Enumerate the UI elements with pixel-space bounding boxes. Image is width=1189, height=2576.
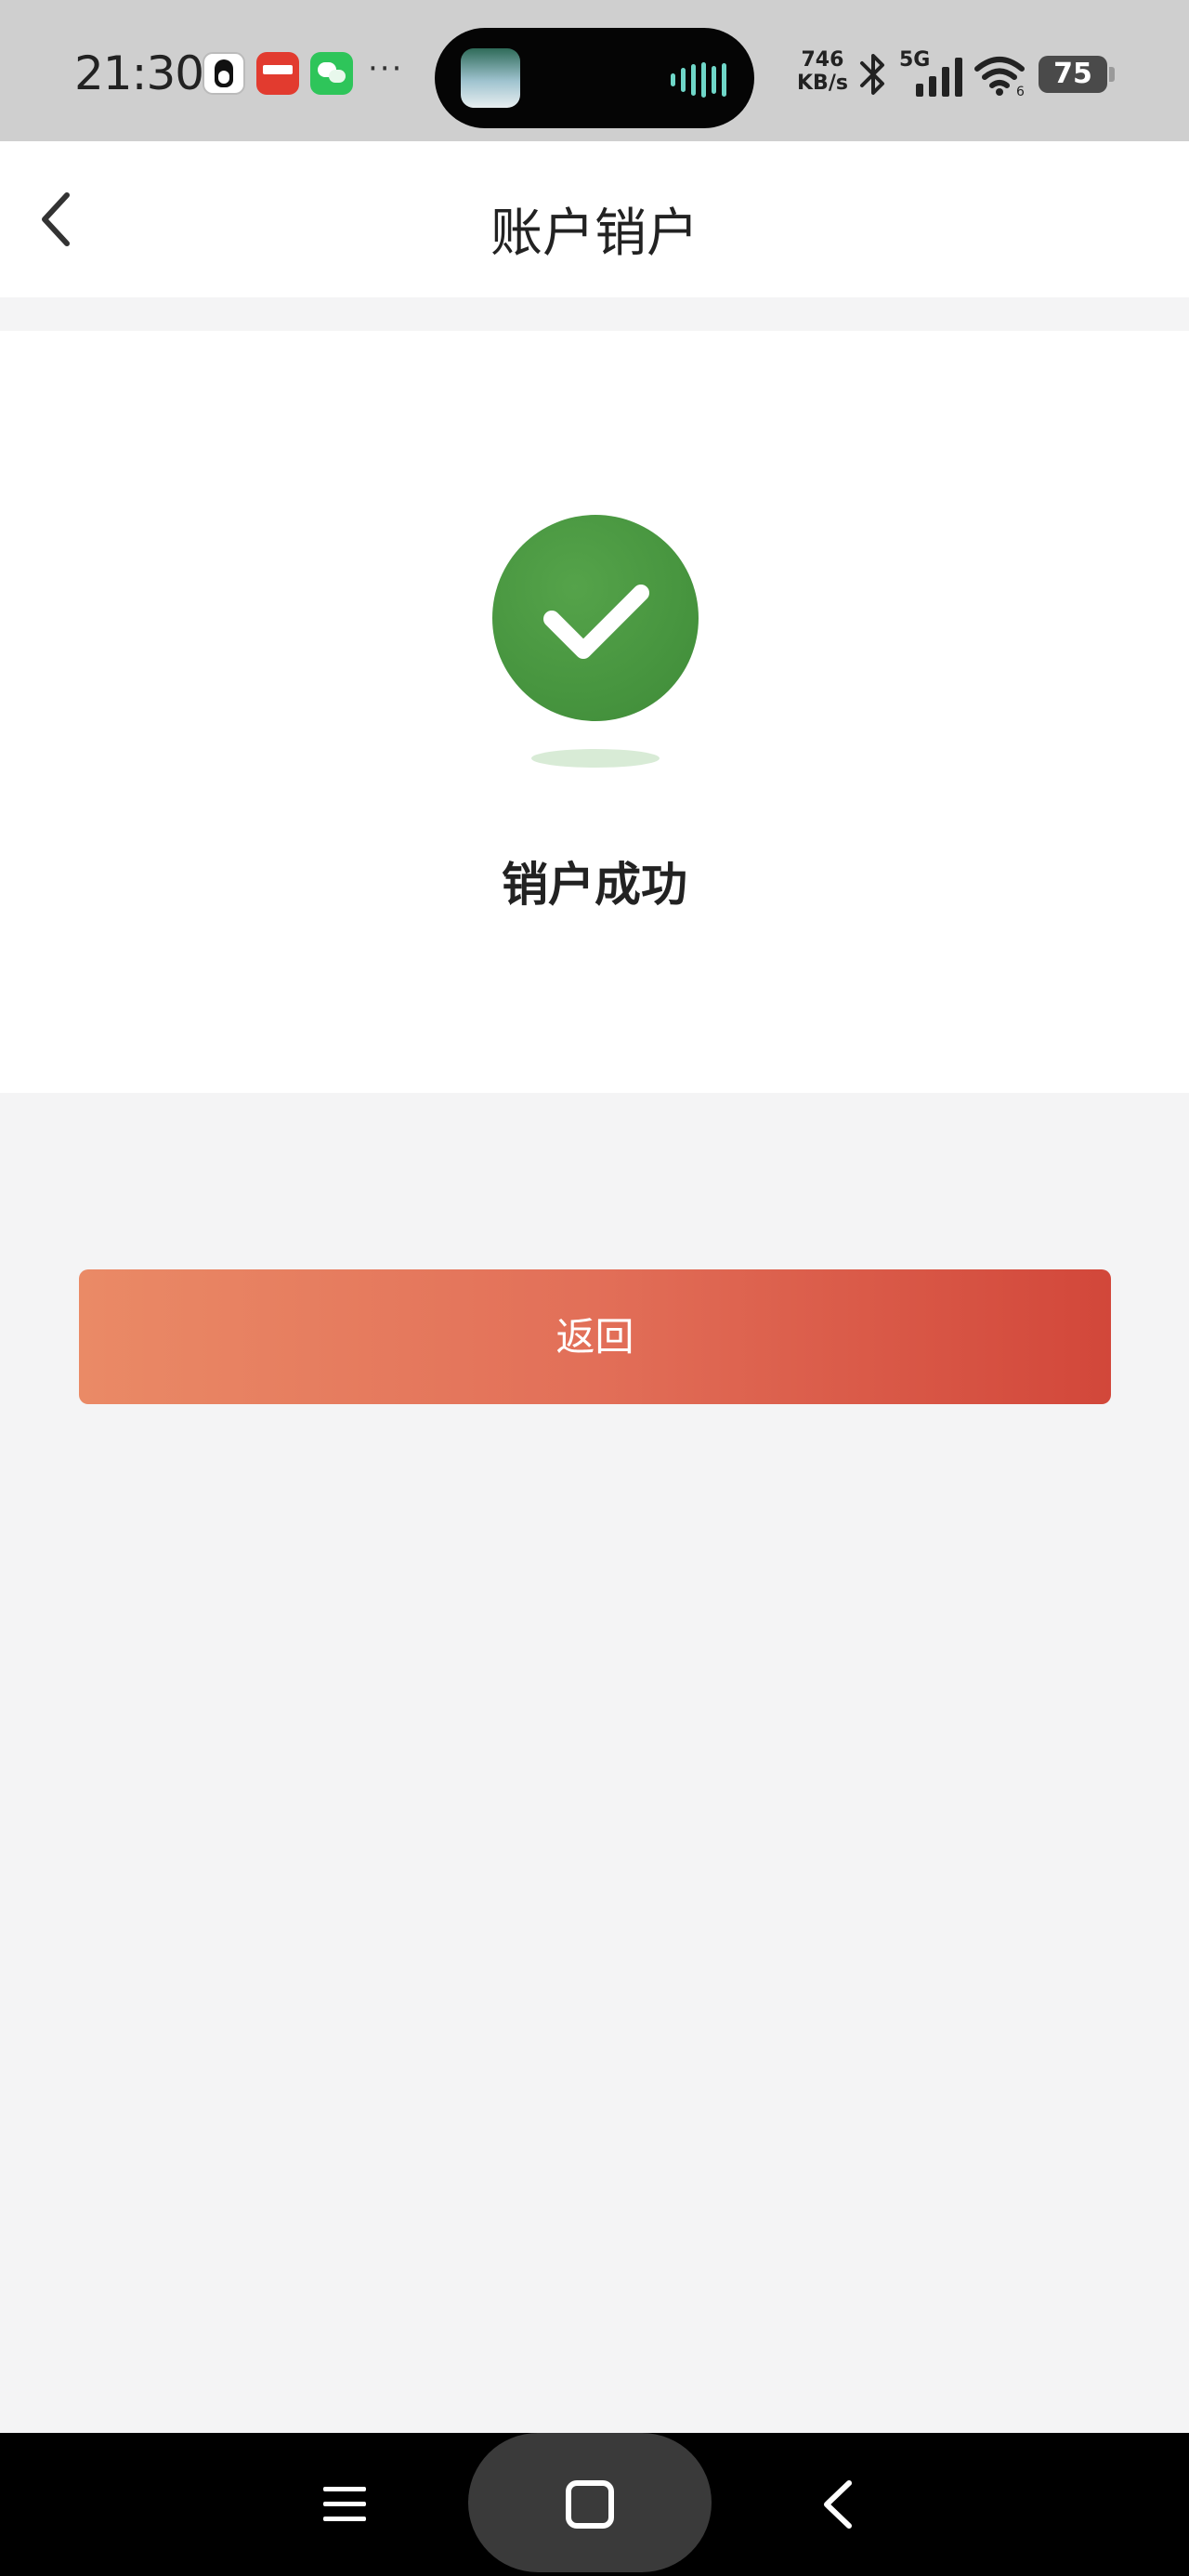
status-time: 21:30 [74,46,204,100]
menu-icon[interactable] [320,2479,370,2530]
header: 账户销户 [0,141,1189,297]
audio-wave-icon [671,61,726,99]
cellular-signal-icon [916,58,962,97]
success-message: 销户成功 [502,858,687,912]
checkmark-icon [543,585,649,659]
net-speed-unit: KB/s [797,72,848,95]
dynamic-island[interactable] [435,28,754,128]
media-thumbnail [461,48,520,108]
back-icon[interactable] [814,2476,864,2533]
net-speed: 746 KB/s [797,48,848,95]
bluetooth-icon [860,54,884,95]
red-app-icon [256,52,299,95]
net-speed-value: 746 [801,48,844,72]
wechat-icon [310,52,353,95]
wifi-label: 6 [1016,85,1025,97]
battery-indicator: 75 [1039,56,1115,93]
system-nav-bar [0,2433,1189,2576]
page-title: 账户销户 [490,204,699,264]
wifi-icon: 6 [974,57,1025,97]
home-icon[interactable] [563,2477,617,2531]
status-bar: 21:30 ··· 746 KB/s 5G 6 75 [0,0,1189,141]
icon-shadow [531,749,660,768]
qq-icon [203,52,245,95]
check-circle-icon [492,515,699,721]
more-notifications-icon: ··· [368,50,404,87]
result-card: 销户成功 [0,331,1189,1093]
return-button[interactable]: 返回 [79,1269,1111,1404]
